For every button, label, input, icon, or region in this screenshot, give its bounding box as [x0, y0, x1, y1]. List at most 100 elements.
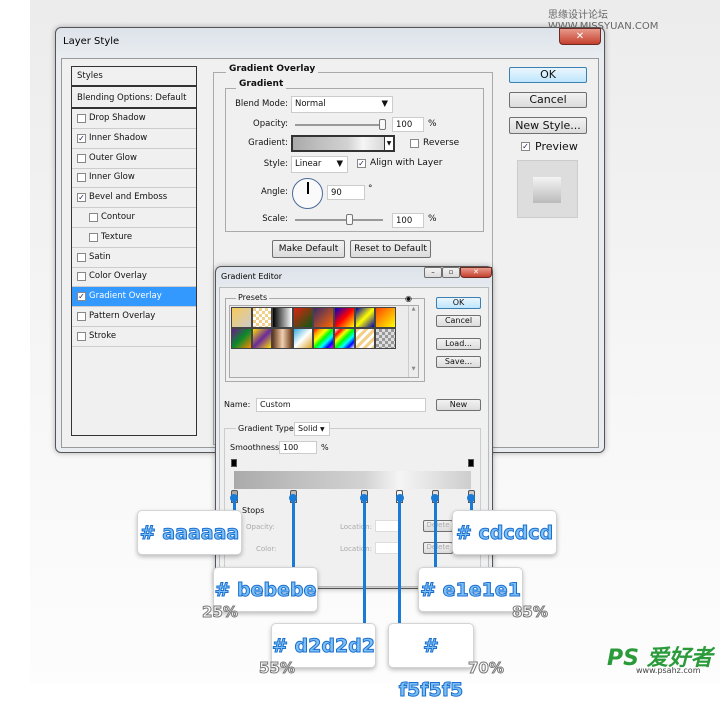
scale-slider-thumb[interactable] — [346, 214, 353, 225]
cancel-button[interactable]: Cancel — [509, 92, 587, 108]
delete-color-stop-button[interactable]: Delete — [423, 542, 453, 554]
opacity-stop-left[interactable] — [231, 459, 237, 467]
opacity-slider[interactable] — [295, 124, 383, 126]
blend-mode-label: Blend Mode: — [235, 99, 288, 109]
new-style-button[interactable]: New Style... — [509, 117, 587, 134]
style-checkbox[interactable] — [77, 153, 86, 163]
style-checkbox[interactable] — [77, 114, 86, 123]
stop-location-label: 70% — [468, 659, 505, 678]
style-checkbox[interactable] — [89, 232, 98, 242]
preset-swatch[interactable] — [231, 307, 252, 328]
stop-dot — [395, 494, 404, 502]
smoothness-input[interactable]: 100 — [279, 441, 317, 454]
preset-swatch[interactable] — [231, 328, 252, 349]
style-item[interactable]: Satin — [72, 248, 196, 268]
preset-swatch[interactable] — [354, 328, 376, 349]
blend-mode-select[interactable]: Normal ▼ — [291, 96, 393, 113]
stop-connector-line — [433, 496, 437, 567]
style-item[interactable]: ✓ Inner Shadow — [72, 129, 196, 149]
preset-swatch[interactable] — [251, 307, 273, 328]
style-item[interactable]: Outer Glow — [72, 149, 196, 169]
load-button[interactable]: Load... — [436, 338, 481, 350]
style-item[interactable]: Pattern Overlay — [72, 307, 196, 327]
ok-button[interactable]: OK — [509, 67, 587, 83]
style-item[interactable]: Contour — [72, 208, 196, 228]
preview-checkbox[interactable]: ✓ — [521, 142, 530, 151]
preset-swatch[interactable] — [375, 328, 396, 349]
style-checkbox[interactable]: ✓ — [77, 193, 86, 203]
preset-swatch[interactable] — [272, 328, 293, 349]
reverse-checkbox[interactable] — [410, 139, 419, 148]
style-item[interactable]: Color Overlay — [72, 267, 196, 288]
reset-default-button[interactable]: Reset to Default — [350, 240, 431, 258]
chevron-down-icon: ▼ — [320, 426, 325, 433]
preset-swatch[interactable] — [272, 307, 293, 328]
color-hex-label: # e1e1e1 — [418, 567, 523, 612]
close-button[interactable]: ✕ — [559, 28, 601, 45]
preset-swatch[interactable] — [292, 307, 314, 328]
style-item[interactable]: Texture — [72, 228, 196, 248]
style-label: Style: — [263, 159, 288, 169]
make-default-button[interactable]: Make Default — [272, 240, 345, 258]
stop-connector-line — [362, 496, 366, 623]
style-select[interactable]: Linear ▼ — [291, 156, 348, 173]
minimize-button[interactable]: – — [424, 267, 442, 278]
style-item[interactable]: Inner Glow — [72, 168, 196, 189]
preset-swatch[interactable] — [313, 328, 334, 349]
preset-swatch[interactable] — [334, 307, 355, 328]
align-checkbox[interactable]: ✓ — [357, 159, 366, 168]
editor-cancel-button[interactable]: Cancel — [436, 315, 481, 327]
scale-input[interactable]: 100 — [392, 213, 424, 228]
stop-connector-line — [398, 496, 402, 623]
new-button[interactable]: New — [436, 399, 481, 411]
gradient-type-select[interactable]: Solid ▼ — [294, 422, 330, 436]
opacity-slider-thumb[interactable] — [379, 119, 386, 130]
preset-swatch[interactable] — [251, 328, 273, 349]
style-checkbox[interactable] — [77, 173, 86, 183]
stop-location-label: 85% — [512, 603, 549, 622]
style-checkbox[interactable]: ✓ — [77, 292, 86, 302]
style-item[interactable]: Stroke — [72, 327, 196, 347]
opacity-input[interactable]: 100 — [392, 117, 424, 132]
style-checkbox[interactable] — [77, 312, 86, 321]
style-checkbox[interactable] — [77, 272, 86, 282]
blending-options[interactable]: Blending Options: Default — [72, 89, 196, 109]
style-item[interactable]: ✓ Bevel and Emboss — [72, 188, 196, 209]
editor-close-button[interactable]: ✕ — [460, 267, 492, 278]
gradient-picker[interactable]: ▼ — [291, 135, 395, 152]
preset-swatch[interactable] — [334, 328, 355, 349]
logo-url: www.psahz.com — [636, 666, 701, 675]
style-checkbox[interactable] — [77, 331, 86, 341]
style-item-label: Bevel and Emboss — [89, 192, 168, 203]
presets-menu-icon[interactable]: ◉ — [405, 294, 412, 303]
maximize-button[interactable]: ▫ — [442, 267, 460, 278]
opacity-stop-right[interactable] — [468, 459, 474, 467]
section-title: Gradient Overlay — [226, 64, 319, 74]
color-hex-label: # f5f5f5 — [388, 623, 474, 702]
gradient-bar[interactable] — [234, 471, 471, 489]
color-location-input[interactable] — [375, 542, 399, 554]
style-checkbox[interactable]: ✓ — [77, 133, 86, 143]
delete-opacity-stop-button[interactable]: Delete — [423, 520, 453, 532]
presets-scrollbar[interactable]: ▲ ▼ — [408, 306, 418, 377]
opacity-location-input[interactable] — [375, 520, 399, 532]
angle-dial[interactable] — [292, 178, 323, 209]
angle-input[interactable]: 90 — [327, 185, 365, 200]
name-input[interactable]: Custom — [256, 398, 426, 412]
save-button[interactable]: Save... — [436, 356, 481, 368]
scale-slider[interactable] — [295, 219, 383, 221]
preset-swatch[interactable] — [292, 328, 314, 349]
preset-swatch[interactable] — [354, 307, 376, 328]
styles-header[interactable]: Styles — [72, 67, 196, 87]
preset-swatch[interactable] — [375, 307, 396, 328]
style-checkbox[interactable] — [77, 252, 86, 262]
style-item[interactable]: Drop Shadow — [72, 109, 196, 129]
style-item[interactable]: ✓ Gradient Overlay — [72, 287, 196, 308]
subsection-title: Gradient — [236, 79, 287, 89]
editor-ok-button[interactable]: OK — [436, 297, 481, 309]
preset-swatch[interactable] — [313, 307, 334, 328]
style-checkbox[interactable] — [89, 213, 98, 222]
reverse-label: Reverse — [423, 138, 460, 148]
stop-dot — [230, 494, 238, 502]
name-label: Name: — [224, 400, 251, 409]
